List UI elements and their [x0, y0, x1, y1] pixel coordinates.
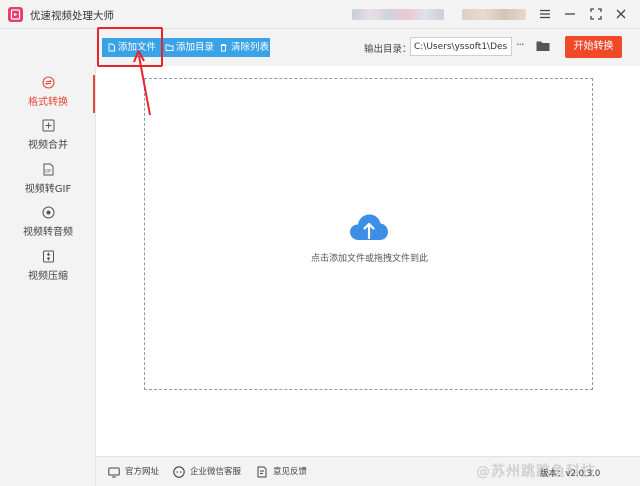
format-convert-icon	[41, 76, 55, 89]
drop-zone[interactable]: 点击添加文件或拖拽文件到此	[144, 78, 593, 390]
open-folder-icon[interactable]	[536, 40, 550, 52]
file-list-area: 点击添加文件或拖拽文件到此	[96, 66, 640, 456]
wechat-support-label: 企业微信客服	[190, 467, 242, 477]
sidebar-item-format-convert[interactable]: 格式转换	[0, 76, 96, 116]
file-icon	[107, 43, 116, 52]
official-website-link[interactable]: 官方网址	[108, 466, 159, 478]
maximize-icon[interactable]	[589, 7, 603, 21]
output-dir-input[interactable]	[410, 37, 512, 56]
wechat-support-link[interactable]: 企业微信客服	[173, 466, 241, 478]
sidebar-item-video-to-audio[interactable]: 视频转音频	[0, 206, 96, 246]
svg-text:GIF: GIF	[45, 169, 52, 174]
minimize-icon[interactable]	[563, 7, 577, 21]
add-folder-button[interactable]: 添加目录	[160, 38, 214, 57]
account-info-blurred	[352, 9, 444, 20]
menu-icon[interactable]	[538, 7, 552, 21]
output-dir-label: 输出目录：	[364, 44, 412, 55]
feedback-label: 意见反馈	[273, 467, 308, 477]
start-convert-button[interactable]: 开始转换	[565, 36, 622, 58]
official-website-label: 官方网址	[125, 467, 160, 477]
browse-more-button[interactable]: ···	[516, 38, 524, 51]
monitor-icon	[108, 466, 120, 478]
version-text: 版本：v2.0.3.0	[540, 469, 601, 479]
close-icon[interactable]	[614, 7, 628, 21]
sidebar-item-label: 视频合并	[28, 140, 68, 151]
title-bar: 优速视频处理大师	[0, 0, 640, 29]
footer-bar: 官方网址 企业微信客服 意见反馈 @苏州跳跳鱼科技 版本：v2.0.3.0	[96, 456, 640, 486]
add-file-label: 添加文件	[118, 42, 157, 53]
user-info-blurred	[462, 9, 526, 20]
audio-icon	[42, 206, 55, 219]
add-file-button[interactable]: 添加文件	[102, 38, 160, 57]
feedback-link[interactable]: 意见反馈	[256, 466, 307, 478]
feedback-icon	[256, 466, 268, 478]
sidebar-item-label: 视频压缩	[28, 271, 68, 282]
app-logo-icon	[8, 7, 23, 22]
toolbar: 添加文件 添加目录 清除列表 输出目录： ··· 开始转换	[96, 29, 640, 66]
app-title: 优速视频处理大师	[30, 10, 114, 22]
sidebar-item-label: 视频转音频	[23, 227, 73, 238]
merge-icon	[42, 119, 55, 132]
clear-list-button[interactable]: 清除列表	[214, 38, 270, 57]
chat-icon	[173, 466, 185, 478]
sidebar: 格式转换 视频合并 GIF 视频转GIF 视频转音频 视频压缩	[0, 66, 96, 486]
sidebar-item-label: 格式转换	[28, 97, 68, 108]
cloud-upload-icon[interactable]	[349, 213, 389, 243]
trash-icon	[219, 43, 228, 52]
gif-icon: GIF	[42, 163, 55, 176]
sidebar-item-label: 视频转GIF	[24, 184, 72, 195]
sidebar-item-video-to-gif[interactable]: GIF 视频转GIF	[0, 163, 96, 203]
active-indicator	[93, 75, 95, 113]
add-folder-label: 添加目录	[176, 42, 215, 53]
compress-icon	[42, 250, 55, 263]
clear-list-label: 清除列表	[231, 42, 270, 53]
sidebar-item-video-compress[interactable]: 视频压缩	[0, 250, 96, 290]
sidebar-item-video-merge[interactable]: 视频合并	[0, 119, 96, 159]
folder-icon	[165, 43, 174, 52]
drop-hint-text: 点击添加文件或拖拽文件到此	[310, 254, 428, 264]
